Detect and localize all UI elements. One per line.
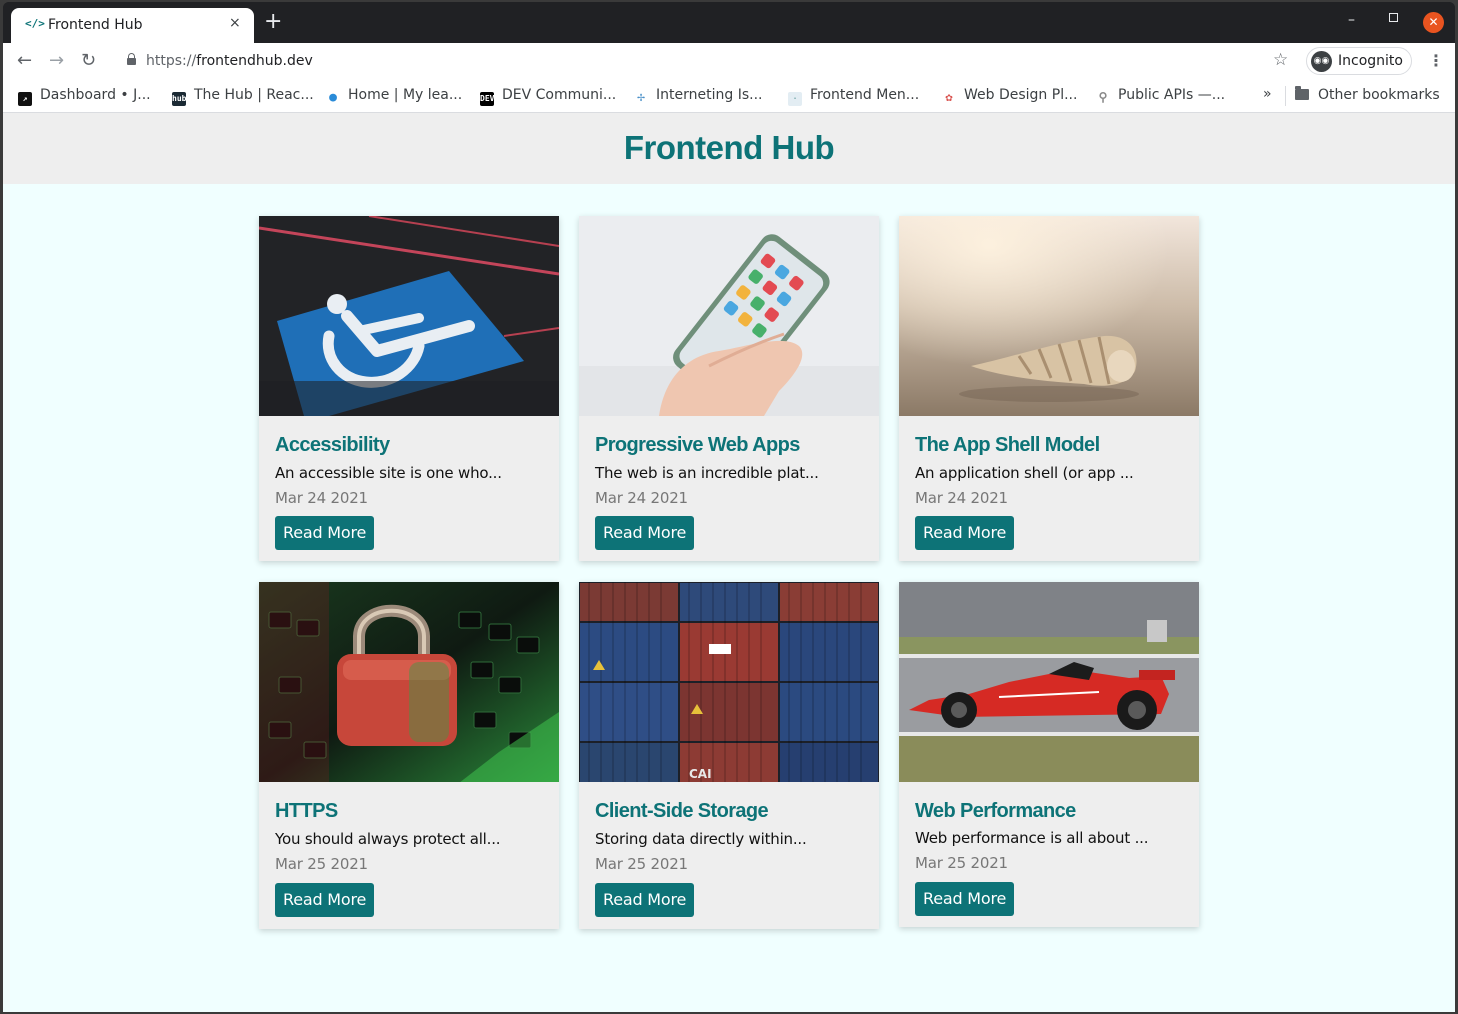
- card-date: Mar 24 2021: [595, 489, 688, 507]
- card-description: Storing data directly within...: [595, 830, 807, 848]
- tab-strip: </> Frontend Hub × + – ✕: [3, 2, 1455, 43]
- card-date: Mar 25 2021: [595, 855, 688, 873]
- read-more-button[interactable]: Read More: [595, 516, 695, 550]
- interneting-icon: ✢: [637, 90, 645, 105]
- person-icon: ●: [329, 90, 337, 105]
- folder-icon: [1295, 86, 1309, 100]
- bookmark-star-icon[interactable]: ☆: [1273, 50, 1288, 70]
- page-content: Frontend Hub Accessibility An accessible…: [3, 113, 1455, 1012]
- wheelchair-parking-image[interactable]: [259, 216, 559, 416]
- card-title[interactable]: The App Shell Model: [915, 434, 1100, 457]
- shipping-containers-image[interactable]: CAI: [579, 582, 879, 782]
- article-card-client-side-storage: CAI Client-Side Storage Storing data dir…: [579, 582, 879, 929]
- site-header: Frontend Hub: [3, 113, 1455, 184]
- bookmark-dashboard[interactable]: ↗ Dashboard • J...: [18, 87, 151, 106]
- seashell-image[interactable]: [899, 216, 1199, 416]
- bookmarks-bar: ↗ Dashboard • J... hub The Hub | Reac... ●…: [3, 80, 1455, 113]
- address-bar[interactable]: https://frontendhub.dev ☆: [113, 47, 1305, 76]
- browser-menu-icon[interactable]: ⋮: [1428, 51, 1444, 70]
- article-card-progressive-web-apps: Progressive Web Apps The web is an incre…: [579, 216, 879, 561]
- read-more-button[interactable]: Read More: [275, 883, 375, 917]
- card-description: The web is an incredible plat...: [595, 464, 819, 482]
- code-favicon-icon: </>: [25, 17, 45, 30]
- tab-frontend-hub[interactable]: </> Frontend Hub ×: [11, 8, 254, 43]
- padlock-keyboard-image[interactable]: [259, 582, 559, 782]
- web-design-icon: ✿: [945, 90, 953, 104]
- bookmarks-divider: [1285, 86, 1286, 106]
- back-arrow-icon[interactable]: ←: [17, 51, 32, 71]
- browser-window: </> Frontend Hub × + – ✕ ← → ↻ https://f…: [3, 2, 1455, 1012]
- svg-text:CAI: CAI: [689, 767, 712, 781]
- card-title[interactable]: Accessibility: [275, 434, 390, 457]
- card-title[interactable]: HTTPS: [275, 800, 338, 823]
- maximize-icon[interactable]: [1389, 13, 1398, 22]
- card-date: Mar 24 2021: [275, 489, 368, 507]
- article-card-app-shell-model: The App Shell Model An application shell…: [899, 216, 1199, 561]
- tab-close-icon[interactable]: ×: [229, 15, 241, 31]
- race-car-image[interactable]: [899, 582, 1199, 782]
- bookmark-home[interactable]: ● Home | My lea...: [326, 87, 462, 105]
- link-icon: ⚲: [1098, 90, 1108, 104]
- bookmark-interneting[interactable]: ✢ Interneting Is...: [634, 87, 762, 105]
- bookmark-frontend-mentor[interactable]: · Frontend Men...: [788, 87, 919, 106]
- toolbar: ← → ↻ https://frontendhub.dev ☆ ◉◉ Incog…: [3, 43, 1455, 80]
- bookmark-the-hub[interactable]: hub The Hub | Reac...: [172, 87, 314, 106]
- tab-title: Frontend Hub: [48, 17, 143, 33]
- card-date: Mar 25 2021: [275, 855, 368, 873]
- read-more-button[interactable]: Read More: [275, 516, 375, 550]
- article-card-accessibility: Accessibility An accessible site is one …: [259, 216, 559, 561]
- article-card-https: HTTPS You should always protect all... M…: [259, 582, 559, 929]
- card-title[interactable]: Client-Side Storage: [595, 800, 769, 823]
- dev-icon: DEV: [480, 92, 494, 106]
- bookmark-public-apis[interactable]: ⚲ Public APIs —...: [1096, 87, 1226, 104]
- minimize-icon[interactable]: –: [1348, 12, 1355, 28]
- new-tab-button[interactable]: +: [264, 10, 282, 34]
- read-more-button[interactable]: Read More: [915, 516, 1015, 550]
- other-bookmarks[interactable]: Other bookmarks: [1295, 86, 1440, 103]
- dashboard-icon: ↗: [18, 92, 32, 106]
- card-date: Mar 25 2021: [915, 854, 1008, 872]
- url-text[interactable]: https://frontendhub.dev: [146, 53, 313, 69]
- incognito-label: Incognito: [1338, 53, 1403, 69]
- incognito-indicator[interactable]: ◉◉ Incognito: [1306, 47, 1412, 75]
- card-title[interactable]: Progressive Web Apps: [595, 434, 800, 457]
- card-description: Web performance is all about ...: [915, 829, 1149, 847]
- article-card-web-performance: Web Performance Web performance is all a…: [899, 582, 1199, 927]
- window-close-icon[interactable]: ✕: [1423, 12, 1444, 33]
- forward-arrow-icon[interactable]: →: [49, 51, 64, 71]
- bookmark-dev-community[interactable]: DEV DEV Communi...: [480, 87, 616, 106]
- card-date: Mar 24 2021: [915, 489, 1008, 507]
- read-more-button[interactable]: Read More: [915, 882, 1015, 916]
- card-description: You should always protect all...: [275, 830, 501, 848]
- frontend-mentor-icon: ·: [788, 92, 802, 106]
- card-description: An application shell (or app ...: [915, 464, 1134, 482]
- read-more-button[interactable]: Read More: [595, 883, 695, 917]
- smartphone-hand-image[interactable]: [579, 216, 879, 416]
- incognito-icon: ◉◉: [1311, 51, 1332, 72]
- card-title[interactable]: Web Performance: [915, 800, 1076, 823]
- reload-icon[interactable]: ↻: [81, 51, 96, 71]
- bookmark-web-design[interactable]: ✿ Web Design Pl...: [942, 87, 1077, 104]
- bookmarks-overflow-icon[interactable]: »: [1263, 86, 1272, 102]
- card-description: An accessible site is one who...: [275, 464, 502, 482]
- hub-icon: hub: [172, 92, 186, 106]
- site-title: Frontend Hub: [623, 129, 835, 166]
- lock-icon[interactable]: [127, 53, 136, 66]
